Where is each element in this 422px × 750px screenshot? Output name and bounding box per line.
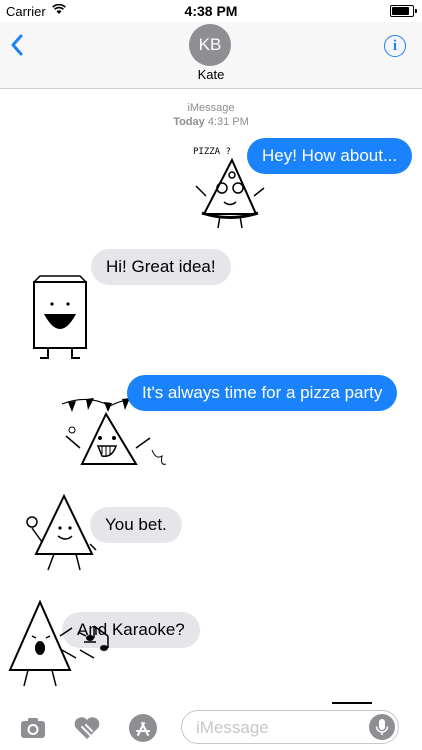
sticker-edge <box>332 702 372 704</box>
avatar[interactable]: KB <box>189 24 231 66</box>
microphone-icon[interactable] <box>369 714 395 740</box>
app-store-icon[interactable] <box>128 713 158 743</box>
camera-icon[interactable] <box>18 713 48 743</box>
message-incoming[interactable]: You bet. <box>90 507 182 543</box>
back-chevron-icon[interactable] <box>10 34 24 56</box>
message-outgoing[interactable]: It's always time for a pizza party <box>127 375 398 411</box>
message-outgoing[interactable]: Hey! How about... <box>247 138 413 174</box>
message-field[interactable] <box>181 710 399 745</box>
waving-triangle-sticker[interactable] <box>24 492 98 576</box>
singing-triangle-sticker[interactable] <box>4 598 124 694</box>
sticker-caption: PIZZA ? <box>193 147 231 157</box>
clock: 4:38 PM <box>184 3 238 19</box>
timestamp: Today 4:31 PM <box>173 116 249 128</box>
service-label: iMessage <box>187 102 235 114</box>
milk-carton-sticker[interactable] <box>22 274 96 364</box>
status-bar: Carrier 4:38 PM <box>0 0 422 22</box>
contact-name[interactable]: Kate <box>0 67 422 82</box>
message-input[interactable] <box>194 711 368 745</box>
message-incoming[interactable]: Hi! Great idea! <box>91 249 231 285</box>
battery-icon <box>390 5 417 17</box>
conversation-header: KB Kate i <box>0 22 422 89</box>
info-icon[interactable]: i <box>384 35 406 57</box>
compose-bar <box>0 705 422 750</box>
digital-touch-icon[interactable] <box>72 713 102 743</box>
